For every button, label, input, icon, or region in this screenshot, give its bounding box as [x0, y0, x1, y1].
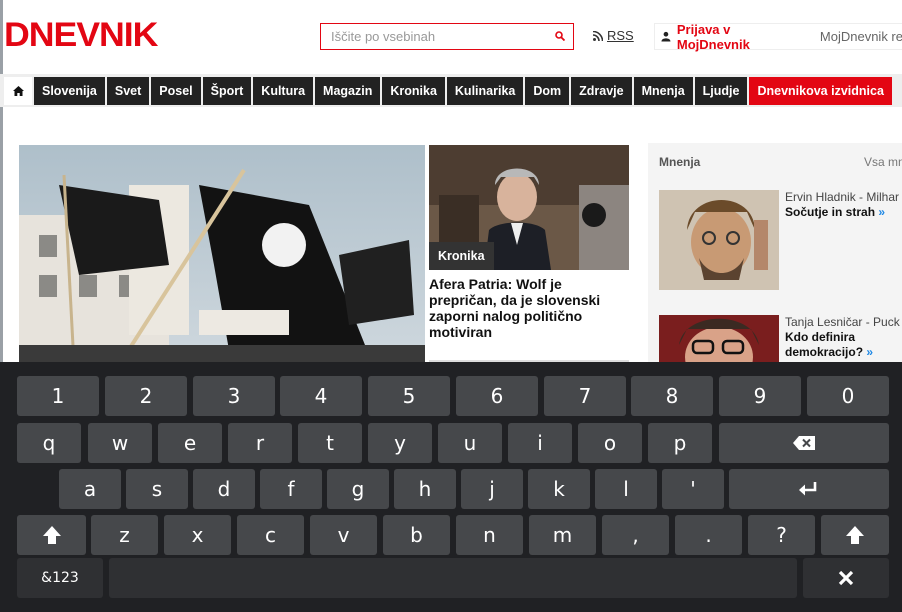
- shift-key-right[interactable]: [821, 515, 889, 555]
- key-i[interactable]: i: [508, 423, 572, 463]
- key-6[interactable]: 6: [456, 376, 538, 416]
- user-icon: [661, 31, 671, 42]
- space-key[interactable]: [109, 558, 797, 598]
- main-nav: Slovenija Svet Posel Šport Kultura Magaz…: [4, 77, 892, 105]
- nav-item-kulinarika[interactable]: Kulinarika: [446, 77, 524, 105]
- shift-icon: [846, 526, 864, 544]
- key-v[interactable]: v: [310, 515, 377, 555]
- flags-photo: [19, 145, 425, 365]
- key-c[interactable]: c: [237, 515, 304, 555]
- key-4[interactable]: 4: [280, 376, 362, 416]
- key-7[interactable]: 7: [544, 376, 626, 416]
- key-s[interactable]: s: [126, 469, 188, 509]
- key-r[interactable]: r: [228, 423, 292, 463]
- opinion-author: Ervin Hladnik - Milhar: [785, 190, 900, 204]
- key-f[interactable]: f: [260, 469, 322, 509]
- home-icon: [12, 86, 24, 96]
- side-article-headline[interactable]: Afera Patria: Wolf je prepričan, da je s…: [429, 276, 629, 340]
- key-8[interactable]: 8: [631, 376, 713, 416]
- close-keyboard-key[interactable]: [803, 558, 889, 598]
- nav-item-magazin[interactable]: Magazin: [315, 77, 381, 105]
- close-icon: [838, 570, 854, 586]
- key-g[interactable]: g: [327, 469, 389, 509]
- backspace-key[interactable]: [719, 423, 889, 463]
- key-o[interactable]: o: [578, 423, 642, 463]
- arrow-icon: »: [866, 345, 874, 359]
- key-1[interactable]: 1: [17, 376, 99, 416]
- opinions-panel: Mnenja Vsa mn Ervin Hladnik - Milhar Soč…: [648, 143, 902, 365]
- nav-item-slovenija[interactable]: Slovenija: [34, 77, 105, 105]
- site-logo[interactable]: DNEVNIK: [4, 18, 158, 52]
- nav-item-posel[interactable]: Posel: [151, 77, 201, 105]
- key-u[interactable]: u: [438, 423, 502, 463]
- nav-item-ljudje[interactable]: Ljudje: [694, 77, 748, 105]
- enter-key[interactable]: [729, 469, 889, 509]
- mydnevnik-link[interactable]: MojDnevnik re: [820, 29, 902, 44]
- login-bar: Prijava v MojDnevnik MojDnevnik re: [654, 22, 902, 52]
- key-0[interactable]: 0: [807, 376, 889, 416]
- key-k[interactable]: k: [528, 469, 590, 509]
- key-comma[interactable]: ,: [602, 515, 669, 555]
- search-input[interactable]: [321, 24, 541, 49]
- key-y[interactable]: y: [368, 423, 432, 463]
- key-3[interactable]: 3: [193, 376, 275, 416]
- on-screen-keyboard: 1 2 3 4 5 6 7 8 9 0 q w e r t y u i o p …: [0, 362, 902, 612]
- enter-icon: [799, 482, 817, 496]
- key-p[interactable]: p: [648, 423, 712, 463]
- key-t[interactable]: t: [298, 423, 362, 463]
- nav-item-svet[interactable]: Svet: [106, 77, 150, 105]
- nav-item-izvidnica[interactable]: Dnevnikova izvidnica: [749, 77, 892, 105]
- key-e[interactable]: e: [158, 423, 222, 463]
- key-9[interactable]: 9: [719, 376, 801, 416]
- key-question[interactable]: ?: [748, 515, 815, 555]
- key-m[interactable]: m: [529, 515, 596, 555]
- opinions-all-link[interactable]: Vsa mn: [864, 155, 902, 169]
- search-box[interactable]: [320, 23, 574, 50]
- key-period[interactable]: .: [675, 515, 742, 555]
- login-link[interactable]: Prijava v MojDnevnik: [677, 22, 794, 52]
- key-apostrophe[interactable]: ': [662, 469, 724, 509]
- key-d[interactable]: d: [193, 469, 255, 509]
- author-photo[interactable]: [659, 190, 779, 290]
- key-h[interactable]: h: [394, 469, 456, 509]
- key-x[interactable]: x: [164, 515, 231, 555]
- rss-icon: [593, 30, 603, 41]
- key-q[interactable]: q: [17, 423, 81, 463]
- key-w[interactable]: w: [88, 423, 152, 463]
- opinion-title[interactable]: Sočutje in strah »: [785, 205, 902, 220]
- category-tag[interactable]: Kronika: [429, 242, 494, 270]
- nav-item-sport[interactable]: Šport: [202, 77, 252, 105]
- shift-key-left[interactable]: [17, 515, 86, 555]
- opinion-author: Tanja Lesničar - Puck: [785, 315, 900, 329]
- nav-item-kronika[interactable]: Kronika: [382, 77, 445, 105]
- nav-item-dom[interactable]: Dom: [525, 77, 570, 105]
- main-article-image[interactable]: [19, 145, 425, 365]
- key-5[interactable]: 5: [368, 376, 450, 416]
- rss-link[interactable]: RSS: [593, 28, 634, 43]
- search-icon[interactable]: [555, 31, 565, 41]
- backspace-icon: [793, 436, 815, 450]
- opinion-title[interactable]: Kdo definira demokracijo? »: [785, 330, 902, 360]
- key-j[interactable]: j: [461, 469, 523, 509]
- key-2[interactable]: 2: [105, 376, 187, 416]
- key-b[interactable]: b: [383, 515, 450, 555]
- key-z[interactable]: z: [91, 515, 158, 555]
- rss-label: RSS: [607, 28, 634, 43]
- nav-item-mnenja[interactable]: Mnenja: [633, 77, 693, 105]
- key-n[interactable]: n: [456, 515, 523, 555]
- arrow-icon: »: [878, 205, 886, 219]
- shift-icon: [42, 526, 61, 544]
- author-photo[interactable]: [659, 315, 779, 365]
- nav-item-zdravje[interactable]: Zdravje: [571, 77, 632, 105]
- symbols-key[interactable]: &123: [17, 558, 103, 598]
- key-a[interactable]: a: [59, 469, 121, 509]
- nav-item-kultura[interactable]: Kultura: [253, 77, 314, 105]
- key-l[interactable]: l: [595, 469, 657, 509]
- opinions-header: Mnenja: [659, 155, 701, 169]
- home-button[interactable]: [4, 77, 32, 105]
